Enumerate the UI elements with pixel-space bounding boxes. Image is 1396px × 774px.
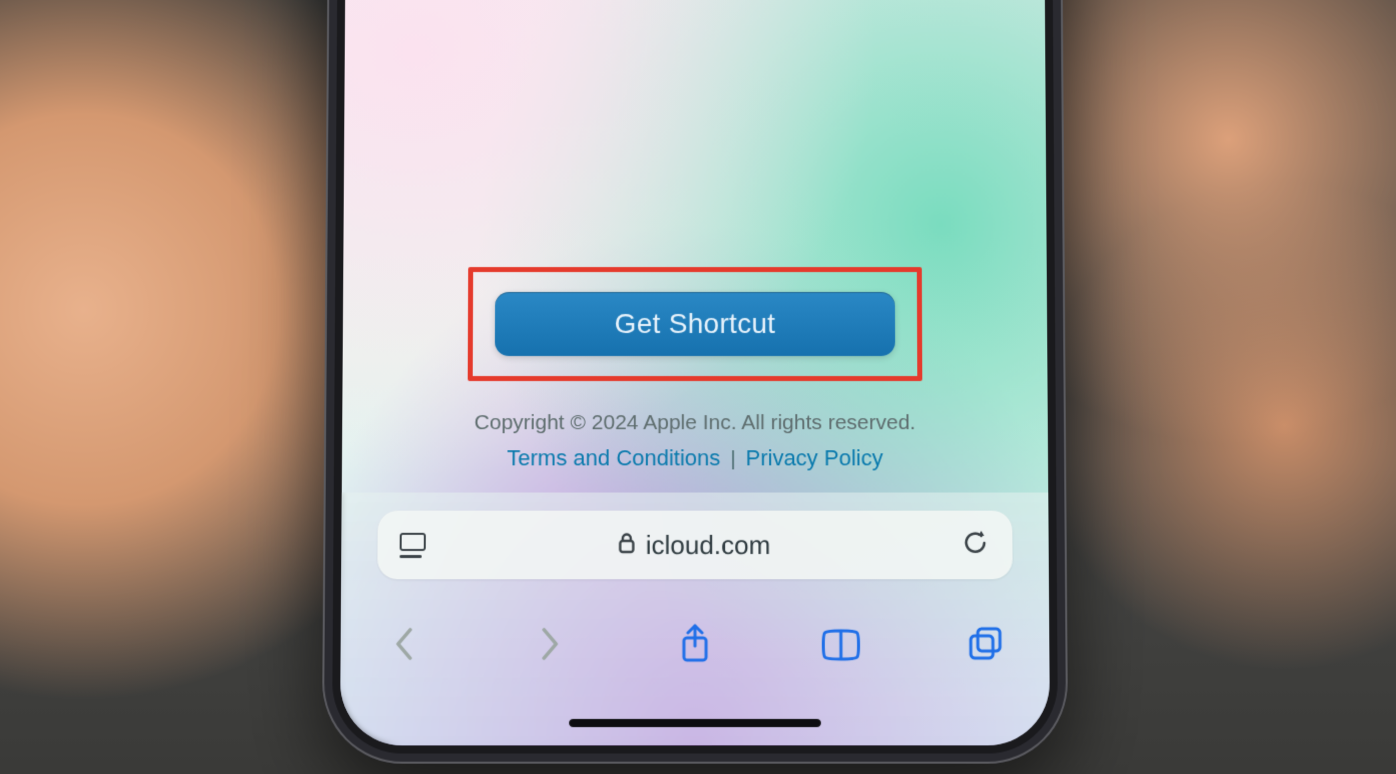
bookmarks-button[interactable] (815, 619, 865, 670)
copyright-text: Copyright © 2024 Apple Inc. All rights r… (474, 407, 915, 439)
reload-icon[interactable] (962, 527, 990, 562)
safari-bottom-chrome: icloud.com (340, 493, 1050, 746)
address-bar-content[interactable]: icloud.com (617, 529, 770, 560)
page-settings-icon[interactable] (400, 532, 426, 557)
get-shortcut-button[interactable]: Get Shortcut (495, 292, 895, 356)
footer-separator: | (730, 447, 736, 470)
footer-links: Terms and Conditions | Privacy Policy (474, 441, 916, 475)
footer: Copyright © 2024 Apple Inc. All rights r… (474, 407, 916, 474)
annotation-highlight: Get Shortcut (468, 267, 923, 381)
lock-icon (617, 529, 635, 560)
address-bar[interactable]: icloud.com (377, 511, 1012, 580)
privacy-link[interactable]: Privacy Policy (746, 445, 883, 470)
home-indicator[interactable] (569, 719, 821, 727)
terms-link[interactable]: Terms and Conditions (507, 445, 720, 470)
forward-button[interactable] (524, 619, 574, 670)
safari-toolbar (379, 608, 1012, 681)
back-button[interactable] (379, 619, 430, 670)
share-button[interactable] (670, 619, 720, 670)
phone-screen: Get Shortcut Copyright © 2024 Apple Inc.… (340, 0, 1050, 745)
tabs-button[interactable] (961, 619, 1012, 670)
phone-frame: Get Shortcut Copyright © 2024 Apple Inc.… (322, 0, 1069, 764)
address-domain: icloud.com (646, 529, 771, 560)
page-content: Get Shortcut Copyright © 2024 Apple Inc.… (342, 0, 1048, 493)
